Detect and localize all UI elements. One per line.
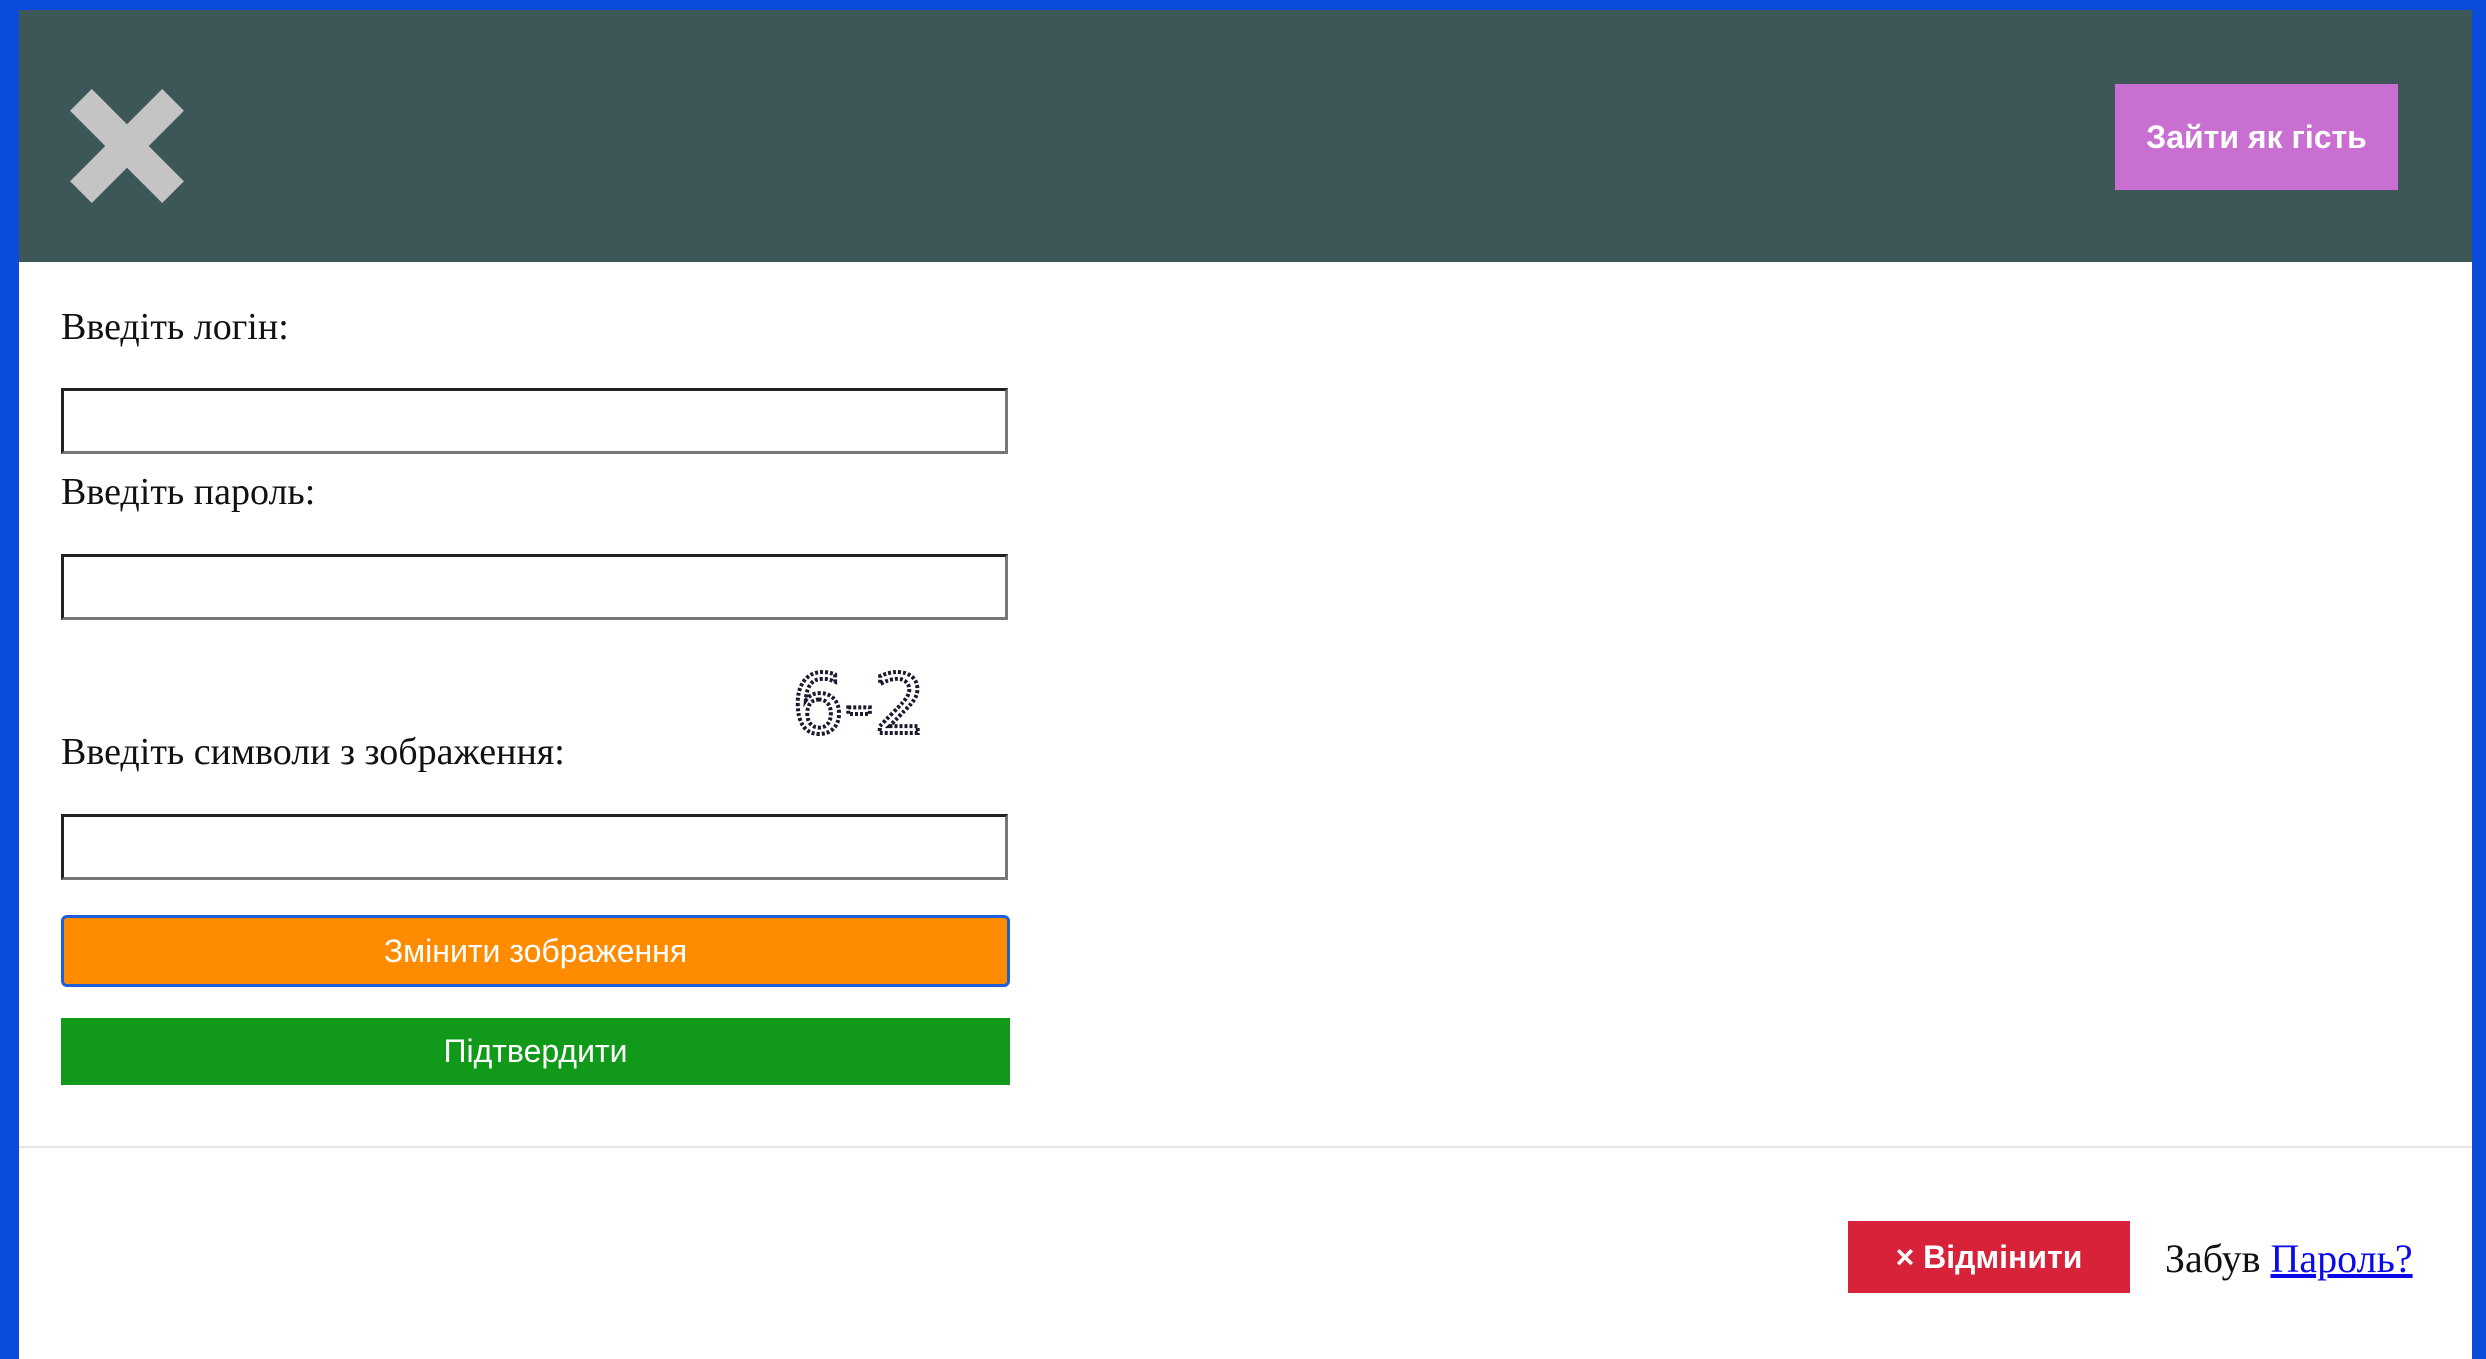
login-dialog: Зайти як гість Введіть логін: Введіть па… [19, 10, 2472, 1359]
confirm-button[interactable]: Підтвердити [61, 1018, 1010, 1085]
captcha-image: 6-2 [769, 658, 949, 748]
login-input[interactable] [61, 388, 1008, 454]
change-image-button[interactable]: Змінити зображення [61, 915, 1010, 987]
captcha-label: Введіть символи з зображення: [61, 731, 565, 773]
footer-divider [19, 1146, 2472, 1148]
forgot-password: Забув Пароль? [2165, 1235, 2413, 1282]
login-label: Введіть логін: [61, 306, 289, 348]
dialog-header: Зайти як гість [19, 10, 2472, 262]
forgot-password-link[interactable]: Пароль? [2271, 1236, 2413, 1281]
cancel-button[interactable]: × Відмінити [1848, 1221, 2130, 1293]
close-x-icon[interactable] [63, 82, 191, 210]
password-label: Введіть пароль: [61, 471, 316, 513]
captcha-text: 6-2 [792, 658, 926, 748]
password-input[interactable] [61, 554, 1008, 620]
guest-login-button[interactable]: Зайти як гість [2115, 84, 2398, 190]
captcha-input[interactable] [61, 814, 1008, 880]
forgot-text: Забув [2165, 1236, 2261, 1281]
